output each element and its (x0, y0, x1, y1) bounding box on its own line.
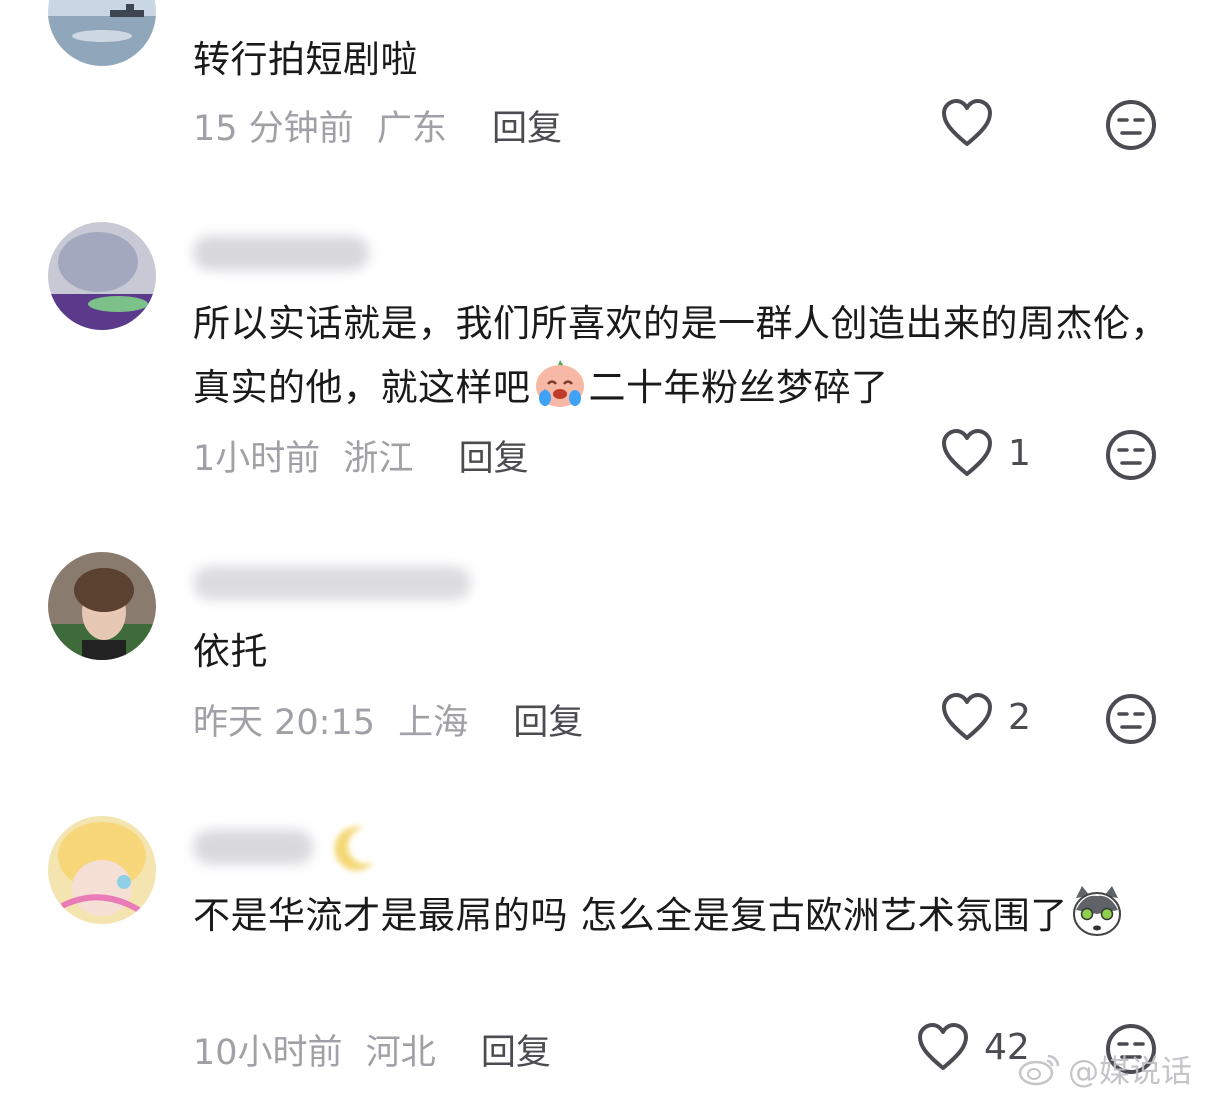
reply-button[interactable]: 回复 (459, 439, 529, 479)
comment-time: 1小时前 (193, 439, 321, 479)
comment-time: 10小时前 (193, 1033, 343, 1073)
heart-icon (942, 99, 992, 146)
watermark: @媒说话 (1018, 1046, 1192, 1091)
comment-location: 上海 (398, 703, 469, 743)
like-count: 1 (1008, 432, 1031, 474)
comment-location: 河北 (365, 1033, 436, 1073)
comment-meta: 昨天 20:15 上海 回复 (193, 694, 595, 745)
reply-button[interactable]: 回复 (513, 703, 583, 743)
comment-text: 转行拍短剧啦 (193, 38, 418, 81)
cat-face-emoji (1072, 886, 1121, 936)
like-button[interactable]: 2 (940, 692, 1031, 742)
comment-meta: 15 分钟前 广东 回复 (193, 100, 574, 151)
reply-button[interactable]: 回复 (492, 109, 562, 149)
dislike-icon[interactable] (1104, 692, 1158, 746)
username[interactable] (193, 566, 471, 600)
dislike-icon[interactable] (1104, 98, 1158, 152)
comment-text: 所以实话就是，我们所喜欢的是一群人创造出来的周杰伦，真实的他，就这样吧 二十年粉… (193, 302, 1168, 409)
username[interactable] (193, 830, 313, 864)
comment-location: 广东 (376, 109, 447, 149)
comment-text: 不是华流才是最屌的吗 怎么全是复古欧洲艺术氛围了 (193, 884, 1173, 948)
weibo-icon (1018, 1054, 1060, 1085)
avatar[interactable] (48, 816, 156, 924)
heart-icon (918, 1023, 968, 1070)
comment-location: 浙江 (343, 439, 414, 479)
heart-icon (942, 693, 992, 740)
comment-time: 昨天 20:15 (193, 703, 375, 743)
watermark-text: @媒说话 (1068, 1054, 1192, 1090)
crying-face-emoji (535, 360, 584, 407)
like-button[interactable] (940, 98, 1008, 148)
avatar[interactable] (48, 0, 156, 66)
avatar[interactable] (48, 552, 156, 660)
comment-meta: 1小时前 浙江 回复 (193, 430, 541, 481)
comment-meta: 10小时前 河北 回复 (193, 1024, 563, 1075)
reply-button[interactable]: 回复 (481, 1033, 551, 1073)
comment-text: 依托 (193, 630, 268, 673)
like-button[interactable]: 1 (940, 428, 1031, 478)
like-count: 2 (1008, 696, 1031, 738)
dislike-icon[interactable] (1104, 428, 1158, 482)
like-button[interactable]: 42 (916, 1022, 1030, 1072)
moon-icon (334, 826, 374, 871)
comment-time: 15 分钟前 (193, 109, 354, 149)
heart-icon (942, 429, 992, 476)
username[interactable] (193, 236, 369, 270)
avatar[interactable] (48, 222, 156, 330)
